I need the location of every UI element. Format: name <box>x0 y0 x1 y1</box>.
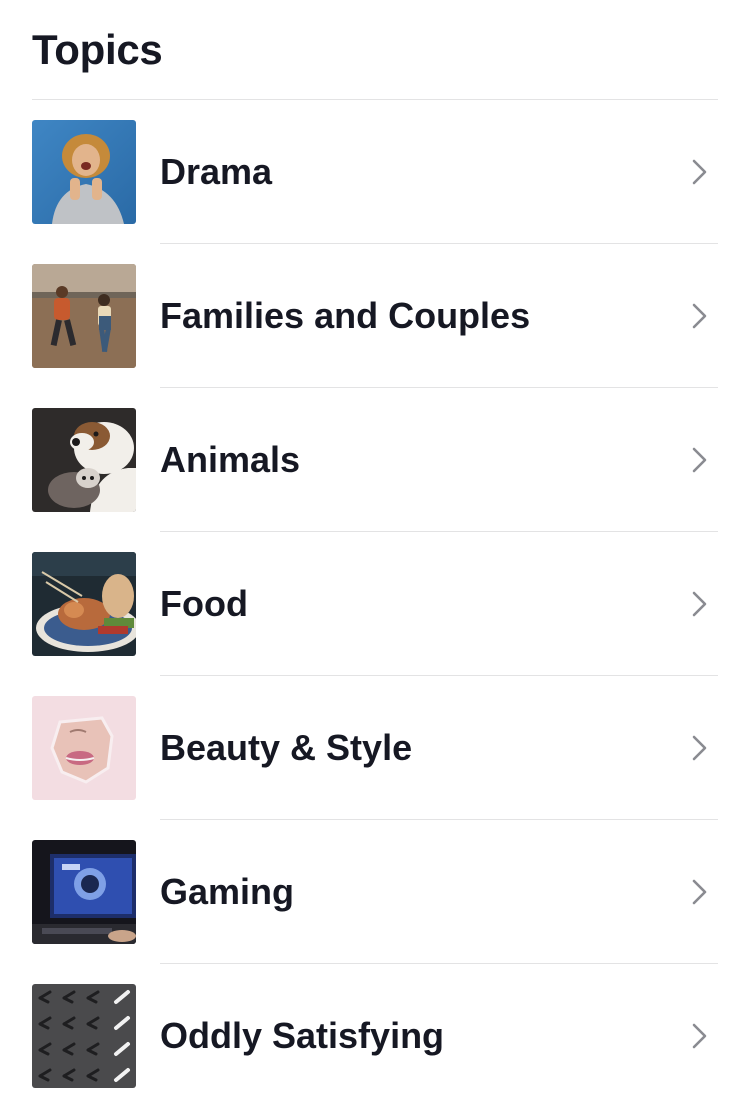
page-title: Topics <box>32 26 163 73</box>
dog-and-cat-image <box>32 408 136 512</box>
topic-item-food[interactable]: Food <box>32 532 718 676</box>
topic-label: Families and Couples <box>160 295 531 336</box>
chevron-right-icon <box>692 447 707 473</box>
topic-item-drama[interactable]: Drama <box>32 100 718 244</box>
pattern-grid-image <box>32 984 136 1088</box>
topic-label: Oddly Satisfying <box>160 1015 445 1056</box>
topic-label: Beauty & Style <box>160 727 413 768</box>
food-platter-image <box>32 552 136 656</box>
topic-thumbnail-food <box>32 552 136 656</box>
topic-label: Animals <box>160 439 301 480</box>
chevron-right-icon <box>692 879 707 905</box>
couple-running-image <box>32 264 136 368</box>
chevron-right-icon <box>692 591 707 617</box>
topic-label: Gaming <box>160 871 295 912</box>
topic-item-beauty-and-style[interactable]: Beauty & Style <box>32 676 718 820</box>
topic-item-families-and-couples[interactable]: Families and Couples <box>32 244 718 388</box>
chevron-right-icon <box>692 303 707 329</box>
topic-list: Drama Families and Couples Animals Food … <box>32 100 718 1108</box>
face-through-paper-image <box>32 696 136 800</box>
topics-header: Topics <box>32 22 718 100</box>
chevron-right-icon <box>692 159 707 185</box>
chevron-right-icon <box>692 1023 707 1049</box>
topic-item-animals[interactable]: Animals <box>32 388 718 532</box>
topic-item-oddly-satisfying[interactable]: Oddly Satisfying <box>32 964 718 1108</box>
topic-thumbnail-gaming <box>32 840 136 944</box>
topic-thumbnail-beauty <box>32 696 136 800</box>
topic-item-gaming[interactable]: Gaming <box>32 820 718 964</box>
gaming-monitor-image <box>32 840 136 944</box>
topic-thumbnail-oddly-satisfying <box>32 984 136 1088</box>
topic-thumbnail-families <box>32 264 136 368</box>
topic-thumbnail-animals <box>32 408 136 512</box>
topic-thumbnail-drama <box>32 120 136 224</box>
woman-laughing-image <box>32 120 136 224</box>
topic-label: Drama <box>160 151 273 192</box>
topic-label: Food <box>160 583 248 624</box>
chevron-right-icon <box>692 735 707 761</box>
